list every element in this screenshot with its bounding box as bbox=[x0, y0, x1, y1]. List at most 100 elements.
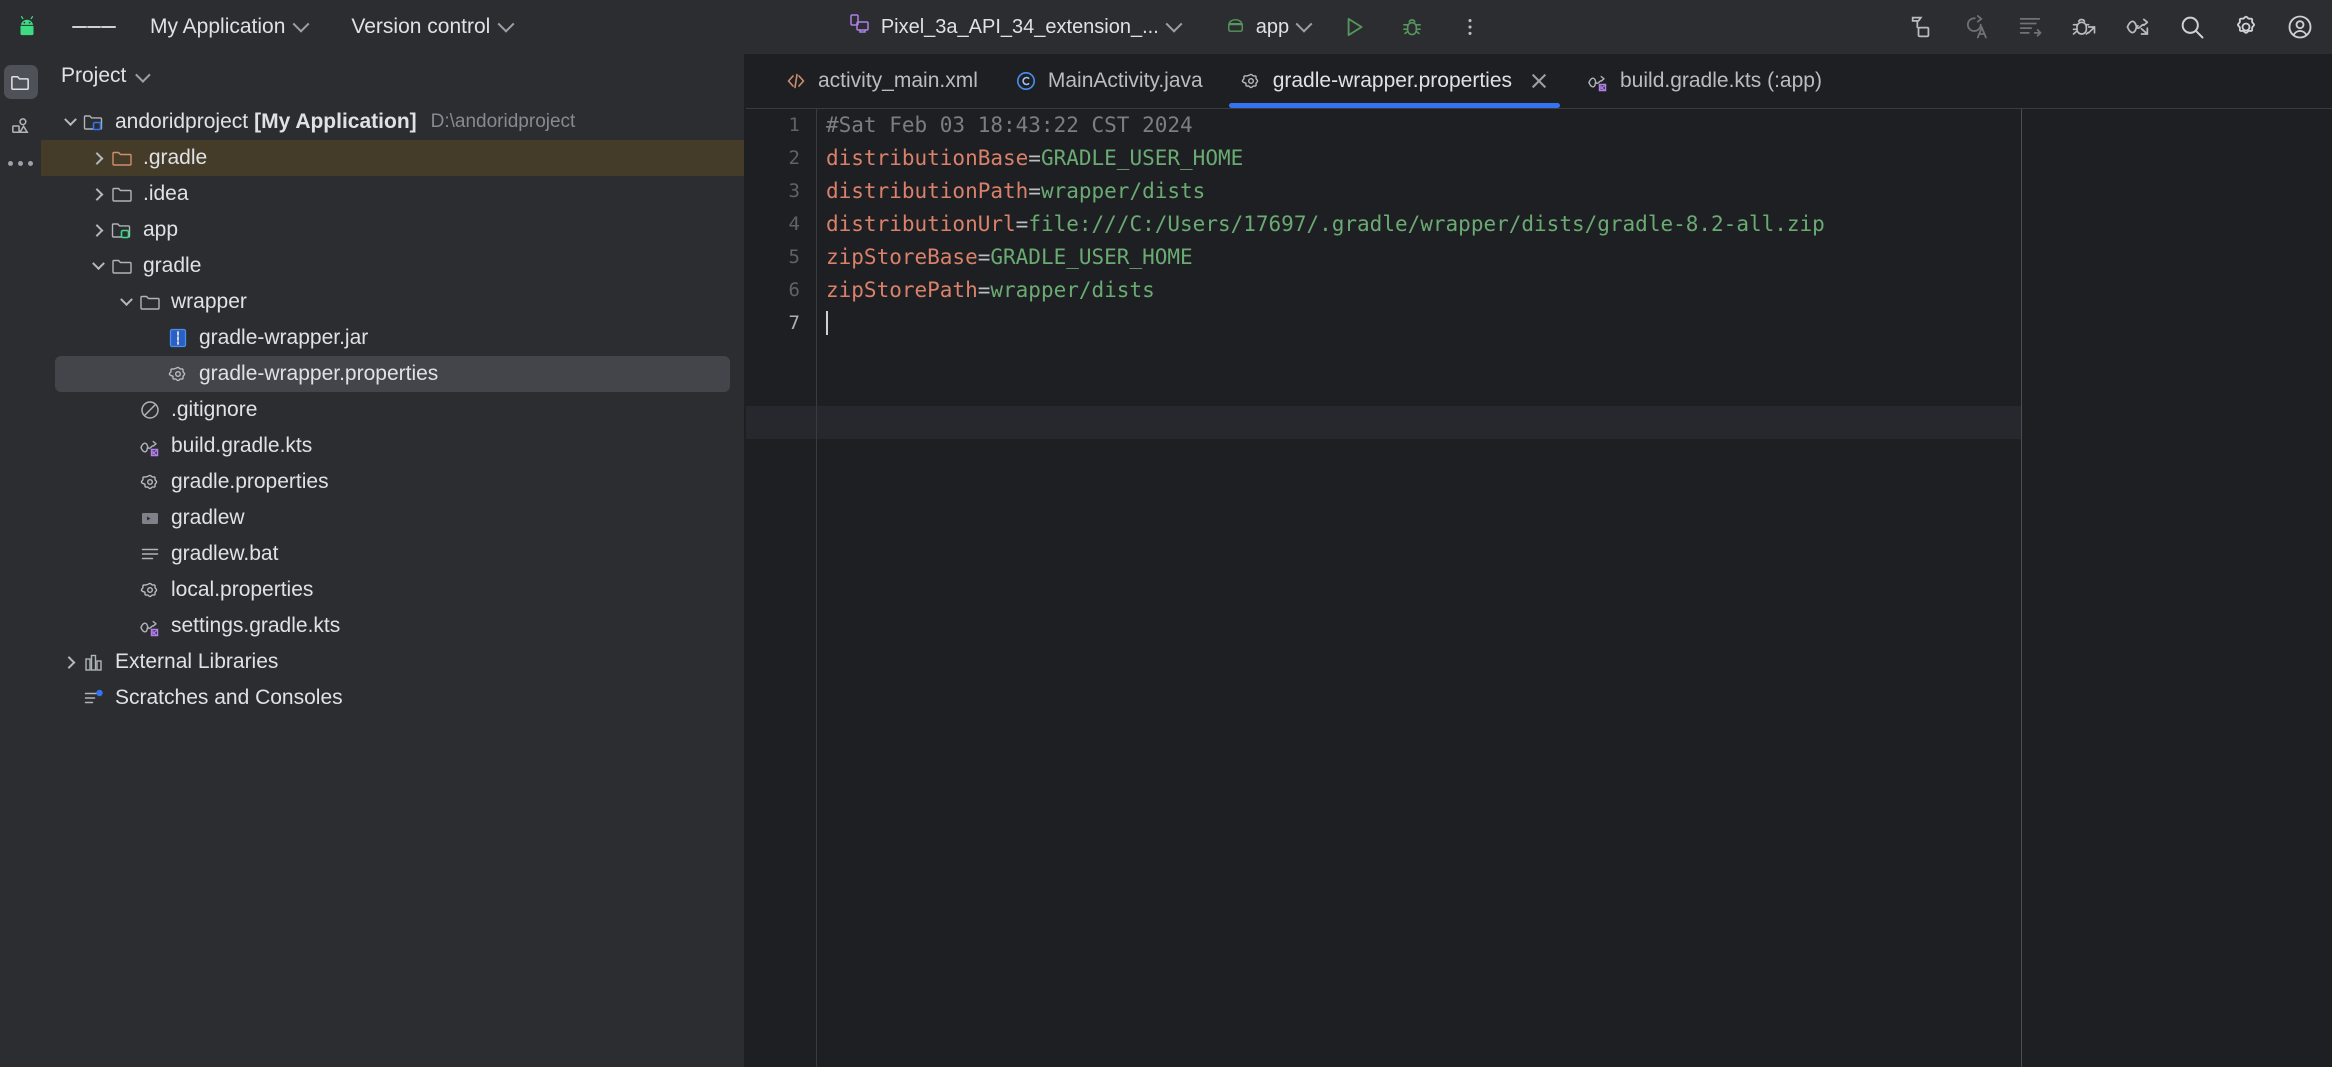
code-with-me-icon[interactable] bbox=[1952, 3, 2000, 51]
tree-item[interactable]: External Libraries bbox=[41, 644, 744, 680]
editor-tab-label: build.gradle.kts (:app) bbox=[1620, 69, 1822, 92]
tree-item[interactable]: Scratches and Consoles bbox=[41, 680, 744, 716]
version-control-menu[interactable]: Version control bbox=[341, 10, 522, 44]
editor-tab[interactable]: activity_main.xml bbox=[766, 54, 996, 108]
editor-tab-label: gradle-wrapper.properties bbox=[1272, 69, 1512, 92]
tree-item[interactable]: build.gradle.kts bbox=[41, 428, 744, 464]
line-number[interactable]: 6 bbox=[746, 274, 816, 307]
tree-item[interactable]: gradlew.bat bbox=[41, 536, 744, 572]
property-equals: = bbox=[977, 278, 991, 302]
scratches-icon bbox=[81, 685, 107, 711]
tree-item[interactable]: local.properties bbox=[41, 572, 744, 608]
code-line[interactable]: distributionBase=GRADLE_USER_HOME bbox=[818, 142, 2332, 175]
app-inspection-icon[interactable] bbox=[2060, 3, 2108, 51]
tree-item-label: Scratches and Consoles bbox=[115, 686, 343, 709]
editor-code-area[interactable]: #Sat Feb 03 18:43:22 CST 2024 distributio… bbox=[818, 109, 2332, 1067]
chevron-down-icon[interactable] bbox=[87, 255, 109, 277]
close-icon[interactable] bbox=[1528, 70, 1550, 92]
project-tree: andoridproject [My Application] D:\andori… bbox=[41, 98, 744, 716]
debug-button[interactable] bbox=[1388, 3, 1436, 51]
code-line[interactable]: #Sat Feb 03 18:43:22 CST 2024 bbox=[818, 109, 2332, 142]
line-number[interactable]: 2 bbox=[746, 142, 816, 175]
line-number-gutter[interactable]: 1234567 bbox=[746, 109, 817, 1067]
chevron-down-icon[interactable] bbox=[135, 66, 152, 83]
profiler-icon[interactable] bbox=[2114, 3, 2162, 51]
chevron-down-icon bbox=[497, 15, 515, 33]
chevron-right-icon[interactable] bbox=[87, 183, 109, 205]
property-value: wrapper/dists bbox=[1040, 179, 1206, 203]
logcat-icon[interactable] bbox=[2006, 3, 2054, 51]
activity-bar bbox=[0, 54, 41, 1067]
tree-item[interactable]: gradle-wrapper.jar bbox=[41, 320, 744, 356]
run-button[interactable] bbox=[1330, 3, 1378, 51]
search-everywhere-icon[interactable] bbox=[2168, 3, 2216, 51]
tree-item[interactable]: .idea bbox=[41, 176, 744, 212]
tree-item-module-name: [My Application] bbox=[254, 110, 417, 133]
tree-item[interactable]: gradlew bbox=[41, 500, 744, 536]
property-equals: = bbox=[1028, 146, 1041, 170]
chevron-down-icon[interactable] bbox=[115, 291, 137, 313]
tree-item-label: gradle-wrapper.properties bbox=[199, 362, 439, 385]
chevron-right-icon[interactable] bbox=[87, 219, 109, 241]
main-menu-button[interactable] bbox=[72, 0, 117, 54]
properties-file-icon bbox=[165, 361, 191, 387]
code-line[interactable]: distributionUrl=file:///C:/Users/17697/.… bbox=[818, 208, 2332, 241]
tree-item[interactable]: gradle bbox=[41, 248, 744, 284]
line-number[interactable]: 1 bbox=[746, 109, 816, 142]
code-line[interactable]: distributionPath=wrapper/dists bbox=[818, 175, 2332, 208]
line-number[interactable]: 7 bbox=[746, 307, 816, 340]
settings-gear-icon[interactable] bbox=[2222, 3, 2270, 51]
tree-item[interactable]: wrapper bbox=[41, 284, 744, 320]
tree-item[interactable]: settings.gradle.kts bbox=[41, 608, 744, 644]
main-toolbar: My Application Version control Pixel_3a_… bbox=[0, 0, 2332, 54]
tree-item-label: .gradle bbox=[143, 146, 208, 169]
chevron-right-icon[interactable] bbox=[59, 651, 81, 673]
tree-item[interactable]: gradle.properties bbox=[41, 464, 744, 500]
project-name-menu[interactable]: My Application bbox=[140, 10, 317, 44]
chevron-right-icon[interactable] bbox=[87, 147, 109, 169]
sidebar-item-resource-manager[interactable] bbox=[4, 109, 38, 143]
properties-file-icon bbox=[137, 469, 163, 495]
line-number[interactable]: 4 bbox=[746, 208, 816, 241]
property-value: wrapper/dists bbox=[990, 278, 1155, 302]
account-avatar-icon[interactable] bbox=[2276, 3, 2324, 51]
code-line[interactable]: zipStoreBase=GRADLE_USER_HOME bbox=[818, 241, 2332, 274]
device-selector[interactable]: Pixel_3a_API_34_extension_... bbox=[838, 9, 1190, 45]
editor-tab[interactable]: build.gradle.kts (:app) bbox=[1568, 54, 1840, 108]
bat-file-icon bbox=[137, 541, 163, 567]
code-editor[interactable]: 1234567 #Sat Feb 03 18:43:22 CST 2024 dis… bbox=[746, 108, 2332, 1067]
tree-item[interactable]: andoridproject [My Application] D:\andori… bbox=[41, 104, 744, 140]
project-tool-window: Project andoridproject [My Application] D… bbox=[41, 54, 745, 1067]
editor-tab[interactable]: MainActivity.java bbox=[996, 54, 1221, 108]
code-line[interactable]: zipStorePath=wrapper/dists bbox=[818, 274, 2332, 307]
editor-tab[interactable]: gradle-wrapper.properties bbox=[1221, 54, 1568, 108]
property-value: GRADLE_USER_HOME bbox=[1040, 146, 1244, 170]
editor-tab-label: MainActivity.java bbox=[1047, 69, 1203, 92]
sidebar-item-project[interactable] bbox=[3, 65, 38, 99]
build-project-icon[interactable] bbox=[1898, 3, 1946, 51]
editor-tab-label: activity_main.xml bbox=[818, 69, 978, 92]
line-number[interactable]: 3 bbox=[746, 175, 816, 208]
property-key: distributionBase bbox=[826, 146, 1029, 170]
tree-item[interactable]: .gitignore bbox=[41, 392, 744, 428]
line-number[interactable]: 5 bbox=[746, 241, 816, 274]
project-panel-title: Project bbox=[61, 64, 127, 87]
project-panel-header[interactable]: Project bbox=[41, 54, 744, 98]
code-line[interactable] bbox=[818, 307, 2332, 340]
tree-item[interactable]: app bbox=[41, 212, 744, 248]
tree-item-label: gradle bbox=[143, 254, 202, 277]
tree-item-label: gradle.properties bbox=[171, 470, 329, 493]
more-tool-windows-icon[interactable] bbox=[8, 161, 33, 166]
chevron-down-icon[interactable] bbox=[59, 111, 81, 133]
tree-item[interactable]: .gradle bbox=[41, 140, 744, 176]
run-configuration-selector[interactable]: app bbox=[1214, 9, 1320, 45]
tree-item[interactable]: gradle-wrapper.properties bbox=[55, 356, 730, 392]
more-actions-button[interactable] bbox=[1446, 3, 1494, 51]
